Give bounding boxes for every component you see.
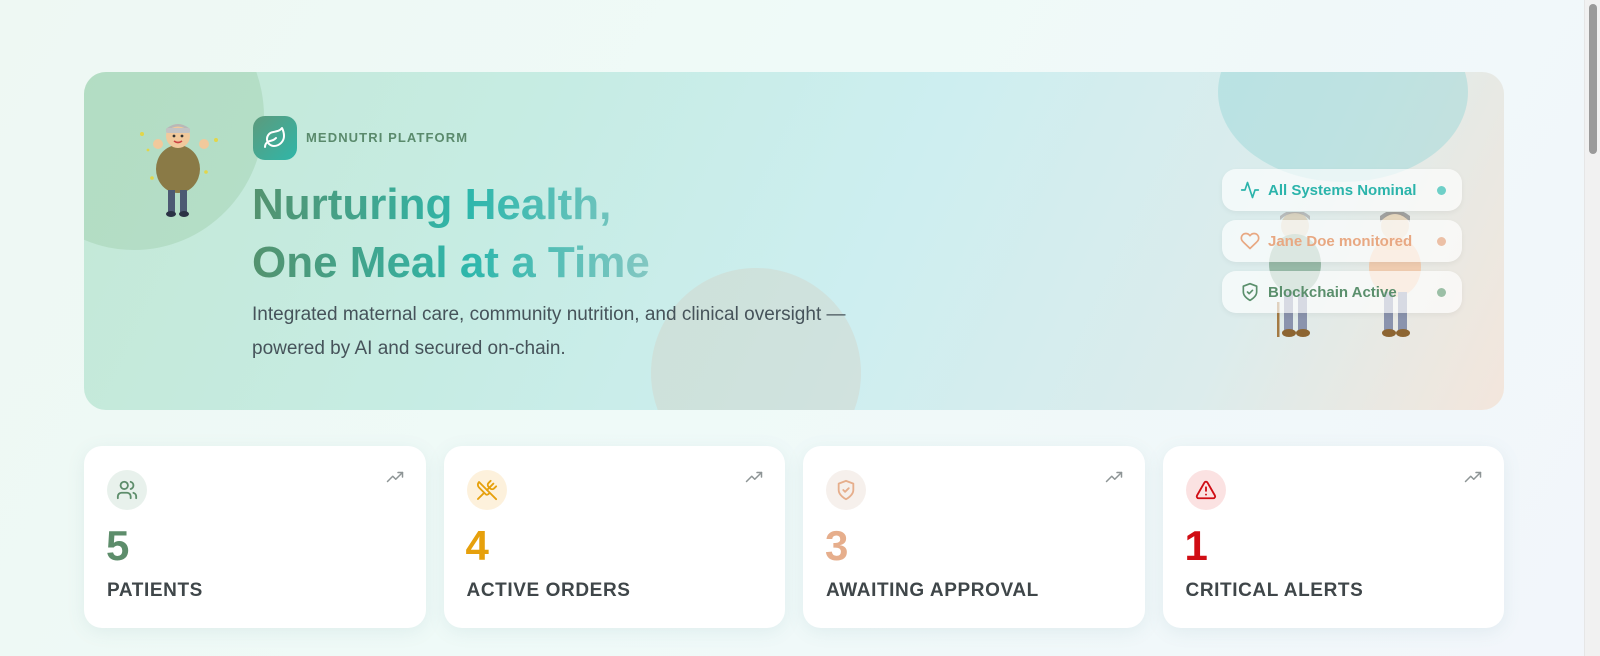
stat-label: PATIENTS [107, 580, 203, 601]
hero-banner: MEDNUTRI PLATFORM Nurturing Health, One … [84, 72, 1504, 410]
elder-illustration [140, 124, 218, 217]
page-scrollbar[interactable] [1584, 0, 1600, 656]
users-icon [107, 470, 147, 510]
utensils-crossed-icon [466, 470, 507, 510]
status-pill-systems[interactable]: All Systems Nominal [1222, 169, 1462, 211]
scrollbar-thumb[interactable] [1589, 4, 1597, 154]
status-dot [1437, 236, 1446, 246]
stat-value: 1 [1184, 522, 1208, 569]
trending-up-icon [1105, 471, 1122, 483]
status-pill-label: Blockchain Active [1268, 283, 1397, 301]
stat-card-patients[interactable]: 5 PATIENTS [84, 446, 426, 628]
trending-up-icon [1464, 471, 1482, 483]
decorative-circle [1218, 72, 1468, 182]
hero-title-line2: One Meal at a Time [252, 238, 650, 287]
status-pill-label: All Systems Nominal [1268, 181, 1417, 199]
status-dot [1437, 287, 1446, 297]
alert-triangle-icon [1185, 470, 1226, 510]
status-dot [1437, 185, 1446, 195]
heart-icon [1240, 231, 1260, 251]
stat-value: 5 [106, 522, 130, 569]
hero-title: Nurturing Health, One Meal at a Time [252, 176, 650, 292]
shield-check-icon [1240, 282, 1260, 302]
activity-icon [1240, 180, 1260, 200]
brand-name: MEDNUTRI PLATFORM [306, 130, 469, 145]
stat-card-active-orders[interactable]: 4 ACTIVE ORDERS [443, 446, 785, 628]
trending-up-icon [386, 471, 403, 483]
stat-card-awaiting-approval[interactable]: 3 AWAITING APPROVAL [803, 446, 1145, 628]
stat-label: AWAITING APPROVAL [826, 580, 1039, 601]
status-pill-monitoring[interactable]: Jane Doe monitored [1222, 220, 1462, 262]
status-pill-label: Jane Doe monitored [1268, 232, 1413, 250]
leaf-icon [264, 127, 285, 148]
hero-title-line1: Nurturing Health, [252, 180, 612, 229]
stat-label: ACTIVE ORDERS [466, 580, 631, 601]
trending-up-icon [745, 471, 763, 483]
stat-label: CRITICAL ALERTS [1185, 580, 1364, 601]
stat-value: 3 [825, 522, 849, 569]
stats-row: 5 PATIENTS 4 ACTIVE ORDERS 3 AWAITING AP… [84, 446, 1504, 628]
hero-subtitle: Integrated maternal care, community nutr… [252, 304, 846, 359]
status-pill-list: All Systems Nominal Jane Doe monitored B… [1222, 169, 1462, 322]
status-pill-blockchain[interactable]: Blockchain Active [1222, 271, 1462, 313]
stat-card-critical-alerts[interactable]: 1 CRITICAL ALERTS [1162, 446, 1504, 628]
shield-check-icon [826, 470, 866, 510]
stat-value: 4 [465, 522, 489, 569]
brand-logo[interactable] [253, 116, 297, 160]
